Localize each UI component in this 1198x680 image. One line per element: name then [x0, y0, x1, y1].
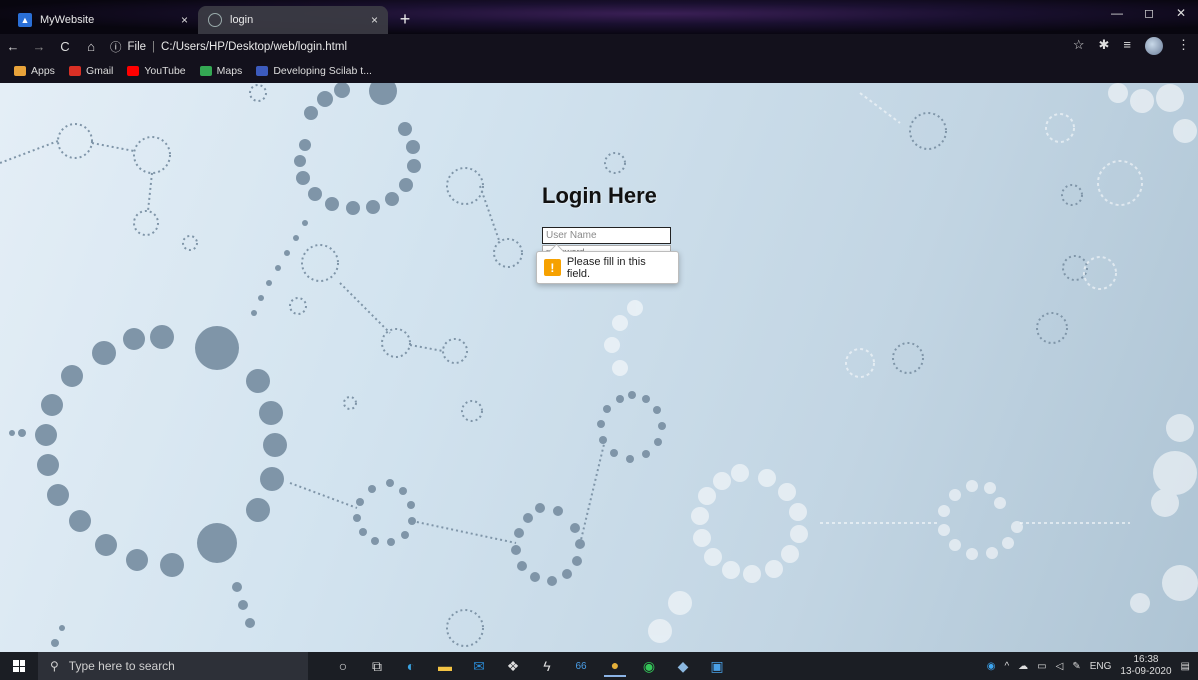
bookmark-maps[interactable]: Maps [199, 65, 243, 77]
mywebsite-favicon-icon: ▲ [18, 13, 32, 27]
help-icon[interactable]: ◉ [987, 661, 996, 672]
extensions-icon[interactable]: ✱ [1099, 37, 1110, 55]
back-arrow-icon[interactable]: ← [0, 39, 26, 54]
bookmark-star-icon[interactable]: ☆ [1073, 37, 1085, 55]
validation-message: Please fill in this field. [566, 255, 646, 280]
cortana-icon[interactable]: ○ [332, 655, 354, 677]
clock-date: 13-09-2020 [1120, 666, 1172, 677]
task-view-icon[interactable]: ⧉ [366, 655, 388, 677]
page-title: Login Here [542, 183, 657, 208]
search-placeholder: Type here to search [68, 659, 175, 673]
bookmark-label: YouTube [144, 65, 186, 77]
forward-arrow-icon[interactable]: → [26, 39, 52, 54]
youtube-icon [127, 66, 140, 76]
tab-title: login [230, 14, 254, 26]
validation-tooltip: ! Please fill in this field. [536, 251, 679, 284]
clock[interactable]: 16:38 13-09-2020 [1120, 654, 1171, 678]
taskbar-apps: ○ ⧉ ◐ ▬ ✉ ❖ ϟ 66 ● ◉ ◆ ▣ [332, 655, 728, 677]
onedrive-icon[interactable]: ☁ [1018, 661, 1028, 672]
windows-logo-icon [13, 660, 25, 672]
toolbar-actions: ☆ ✱ ≡ ⋮ [1073, 37, 1190, 55]
winamp-icon[interactable]: ϟ [536, 655, 558, 677]
browser-toolbar: ← → C ⌂ ⓘ File | C:/Users/HP/Desktop/web… [0, 34, 1198, 59]
pen-icon[interactable]: ✎ [1072, 661, 1080, 672]
protocol-label: File [127, 40, 147, 53]
search-icon: ⚲ [50, 659, 59, 673]
store-icon[interactable]: 66 [570, 655, 592, 677]
bookmark-scilab[interactable]: Developing Scilab t... [256, 65, 372, 77]
apps-grid-icon [14, 66, 26, 76]
start-button[interactable] [0, 652, 38, 680]
battery-icon[interactable]: ▭ [1037, 661, 1046, 672]
language-indicator[interactable]: ENG [1090, 661, 1112, 672]
close-tab-icon[interactable]: × [371, 13, 378, 27]
whatsapp-icon[interactable]: ◉ [638, 655, 660, 677]
address-separator: | [152, 40, 156, 53]
dropbox-icon[interactable]: ❖ [502, 655, 524, 677]
file-explorer-icon[interactable]: ▬ [434, 655, 456, 677]
taskbar-search-box[interactable]: ⚲ Type here to search [38, 652, 308, 680]
bookmark-apps[interactable]: Apps [14, 65, 55, 77]
bookmark-gmail[interactable]: Gmail [68, 65, 114, 77]
bookmark-label: Apps [31, 65, 55, 77]
close-window-button[interactable]: ✕ [1166, 6, 1196, 20]
show-hidden-icons-icon[interactable]: ^ [1004, 661, 1009, 672]
photos-icon[interactable]: ▣ [706, 655, 728, 677]
media-queue-icon[interactable]: ≡ [1123, 37, 1131, 55]
windows-taskbar: ⚲ Type here to search ○ ⧉ ◐ ▬ ✉ ❖ ϟ 66 ●… [0, 652, 1198, 680]
tab-title: MyWebsite [40, 14, 95, 26]
volume-icon[interactable]: ◁ [1056, 661, 1064, 672]
scilab-icon [256, 66, 269, 76]
more-menu-icon[interactable]: ⋮ [1177, 37, 1190, 55]
maximize-button[interactable]: ◻ [1134, 6, 1164, 20]
molecule-background-image [0, 83, 1198, 647]
minimize-button[interactable]: — [1102, 6, 1132, 20]
app-icon[interactable]: ◆ [672, 655, 694, 677]
address-bar[interactable]: ⓘ File | C:/Users/HP/Desktop/web/login.h… [110, 39, 347, 55]
bookmark-youtube[interactable]: YouTube [127, 65, 186, 77]
gmail-icon [68, 66, 81, 76]
tab-login[interactable]: login × [198, 6, 388, 34]
url-text[interactable]: C:/Users/HP/Desktop/web/login.html [161, 41, 347, 53]
store-badge: 66 [575, 660, 587, 672]
info-icon[interactable]: ⓘ [110, 39, 122, 55]
reload-icon[interactable]: C [52, 39, 78, 54]
system-tray: ◉ ^ ☁ ▭ ◁ ✎ ENG 16:38 13-09-2020 ▤ [987, 652, 1190, 680]
username-input[interactable] [542, 227, 671, 244]
home-icon[interactable]: ⌂ [78, 39, 104, 54]
bookmarks-bar: Apps Gmail YouTube Maps Developing Scila… [0, 59, 1198, 83]
close-tab-icon[interactable]: × [181, 13, 188, 27]
bookmark-label: Maps [216, 65, 243, 77]
globe-favicon-icon [208, 13, 222, 27]
warning-icon: ! [544, 259, 561, 276]
bookmark-label: Gmail [85, 65, 114, 77]
profile-avatar[interactable] [1145, 37, 1163, 55]
login-page: Login Here ! Please fill in this field. [0, 83, 1198, 652]
tab-mywebsite[interactable]: ▲ MyWebsite × [8, 6, 198, 34]
clock-time: 16:38 [1133, 654, 1159, 665]
new-tab-button[interactable]: + [395, 10, 415, 30]
mail-icon[interactable]: ✉ [468, 655, 490, 677]
maps-icon [199, 66, 212, 76]
edge-icon[interactable]: ◐ [400, 655, 422, 677]
notifications-icon[interactable]: ▤ [1181, 661, 1190, 672]
bookmark-label: Developing Scilab t... [273, 65, 372, 77]
title-bar: ▲ MyWebsite × login × + — ◻ ✕ [0, 0, 1198, 34]
chrome-icon[interactable]: ● [604, 655, 626, 677]
